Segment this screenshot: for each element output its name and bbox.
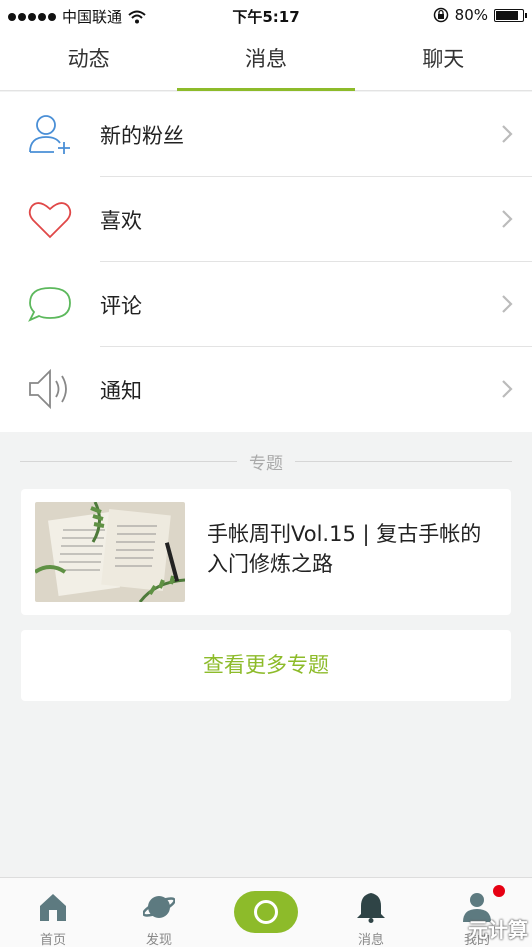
bell-icon <box>357 893 385 923</box>
more-topics-button[interactable]: 查看更多专题 <box>21 630 511 701</box>
chevron-right-icon <box>502 210 513 228</box>
message-menu: 新的粉丝 喜欢 评论 通知 <box>0 92 532 432</box>
chevron-right-icon <box>502 380 513 398</box>
battery-icon <box>494 8 527 22</box>
menu-label-new-followers: 新的粉丝 <box>100 123 184 148</box>
menu-item-notifications[interactable]: 通知 <box>0 347 532 432</box>
journal-photo-icon <box>35 502 185 602</box>
chevron-right-icon <box>502 125 513 143</box>
nav-label-discover: 发现 <box>145 933 172 947</box>
chevron-right-icon <box>502 295 513 313</box>
notification-badge <box>493 885 505 897</box>
divider <box>295 460 512 462</box>
nav-item-messages[interactable]: 消息 <box>318 878 424 947</box>
planet-icon <box>143 896 175 918</box>
menu-item-comments[interactable]: 评论 <box>0 262 532 347</box>
nav-label-home: 首页 <box>39 933 66 947</box>
tab-messages[interactable]: 消息 <box>177 30 355 91</box>
section-header-topics: 专题 <box>20 448 512 474</box>
comment-bubble-icon <box>28 287 71 322</box>
nav-item-home[interactable]: 首页 <box>0 878 106 947</box>
menu-item-new-followers[interactable]: 新的粉丝 <box>0 92 532 177</box>
menu-label-likes: 喜欢 <box>100 208 142 233</box>
topic-title: 手帐周刊Vol.15 | 复古手帐的入门修炼之路 <box>207 522 482 576</box>
record-icon <box>254 900 278 924</box>
battery-percent: 80% <box>454 6 488 24</box>
topic-card[interactable]: 手帐周刊Vol.15 | 复古手帐的入门修炼之路 <box>21 489 511 615</box>
status-bar: 中国联通 下午5:17 80% <box>0 0 532 30</box>
record-button[interactable] <box>234 891 298 933</box>
speaker-icon <box>29 368 67 410</box>
message-tabs: 动态 消息 聊天 <box>0 30 532 91</box>
menu-label-comments: 评论 <box>100 293 142 318</box>
home-icon <box>40 894 66 921</box>
section-title: 专题 <box>249 453 283 474</box>
heart-icon <box>28 202 72 239</box>
nav-item-discover[interactable]: 发现 <box>106 878 212 947</box>
nav-label-messages: 消息 <box>357 933 384 947</box>
tab-feed[interactable]: 动态 <box>0 30 177 90</box>
battery-fill <box>496 10 519 20</box>
tab-chat[interactable]: 聊天 <box>355 30 532 90</box>
topic-thumbnail <box>35 502 185 602</box>
menu-label-notifications: 通知 <box>100 378 142 403</box>
divider <box>20 460 237 462</box>
watermark-logo: 元计算 <box>468 918 528 942</box>
menu-item-likes[interactable]: 喜欢 <box>0 177 532 262</box>
status-right: 80% <box>433 6 527 24</box>
rotation-lock-icon <box>433 7 448 23</box>
new-follower-icon <box>29 115 70 154</box>
